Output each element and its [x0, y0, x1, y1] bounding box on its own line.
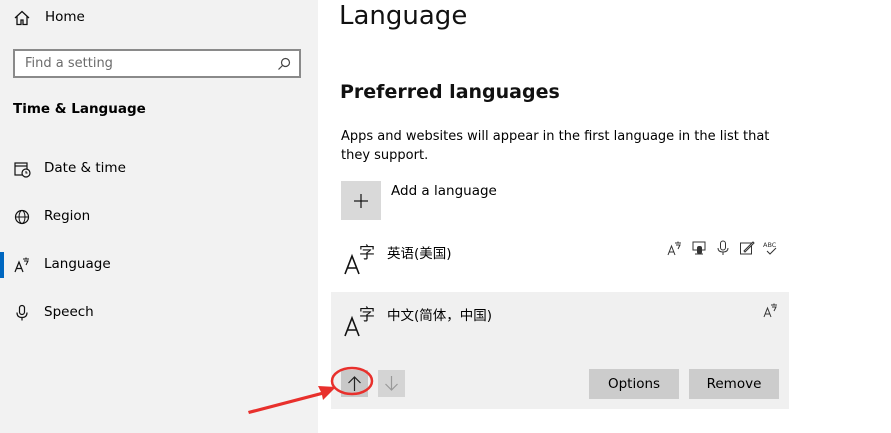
section-title: Time & Language	[13, 101, 146, 117]
text-to-speech-icon	[691, 240, 707, 256]
sidebar-item-label: Region	[44, 208, 91, 224]
display-language-icon	[667, 240, 683, 256]
sidebar-item-language[interactable]: Language	[0, 245, 318, 285]
language-item-chinese[interactable]: 字 中文(简体，中国) Options Remove	[331, 292, 789, 409]
calendar-clock-icon	[14, 162, 31, 178]
preferred-languages-description: Apps and websites will appear in the fir…	[341, 129, 770, 163]
language-name: 英语(美国)	[387, 246, 452, 262]
sidebar-item-date-time[interactable]: Date & time	[0, 149, 318, 189]
globe-icon	[14, 209, 30, 225]
sidebar-item-label: Language	[44, 256, 111, 272]
microphone-icon	[16, 304, 28, 321]
svg-text:ABC: ABC	[763, 241, 777, 249]
handwriting-icon	[739, 240, 755, 256]
arrow-up-icon	[348, 376, 361, 391]
page-title: Language	[339, 1, 468, 31]
move-up-button[interactable]	[341, 370, 368, 397]
search-input[interactable]: Find a setting	[13, 49, 301, 78]
language-name: 中文(简体，中国)	[387, 308, 493, 324]
speech-recognition-icon	[715, 240, 731, 256]
active-indicator	[0, 252, 4, 278]
language-glyph-icon: 字	[344, 243, 375, 275]
sidebar-item-speech[interactable]: Speech	[0, 293, 318, 333]
sidebar-item-label: Date & time	[44, 160, 126, 176]
move-down-button[interactable]	[378, 370, 405, 397]
arrow-down-icon	[385, 376, 398, 391]
search-placeholder: Find a setting	[25, 56, 113, 71]
svg-text:字: 字	[359, 305, 375, 324]
spell-check-icon: ABC	[763, 240, 779, 256]
add-language-button[interactable]	[341, 181, 381, 220]
home-label: Home	[45, 9, 85, 25]
sidebar-item-region[interactable]: Region	[0, 197, 318, 237]
plus-icon	[354, 194, 368, 208]
nav-home[interactable]: Home	[0, 0, 318, 36]
display-language-icon	[763, 302, 779, 318]
preferred-languages-title: Preferred languages	[340, 81, 560, 103]
options-button[interactable]: Options	[589, 369, 679, 399]
add-language-label[interactable]: Add a language	[391, 183, 497, 199]
remove-button[interactable]: Remove	[689, 369, 779, 399]
sidebar: Home Find a setting Time & Language Date…	[0, 0, 318, 433]
language-features: ABC	[667, 240, 779, 256]
language-icon	[14, 257, 29, 273]
sidebar-item-label: Speech	[44, 304, 94, 320]
language-features	[763, 302, 779, 318]
language-item-english[interactable]: 字 英语(美国) ABC	[331, 230, 789, 286]
svg-text:字: 字	[359, 243, 375, 262]
home-icon	[14, 10, 30, 26]
search-icon[interactable]	[277, 57, 291, 71]
language-glyph-icon: 字	[344, 305, 375, 337]
